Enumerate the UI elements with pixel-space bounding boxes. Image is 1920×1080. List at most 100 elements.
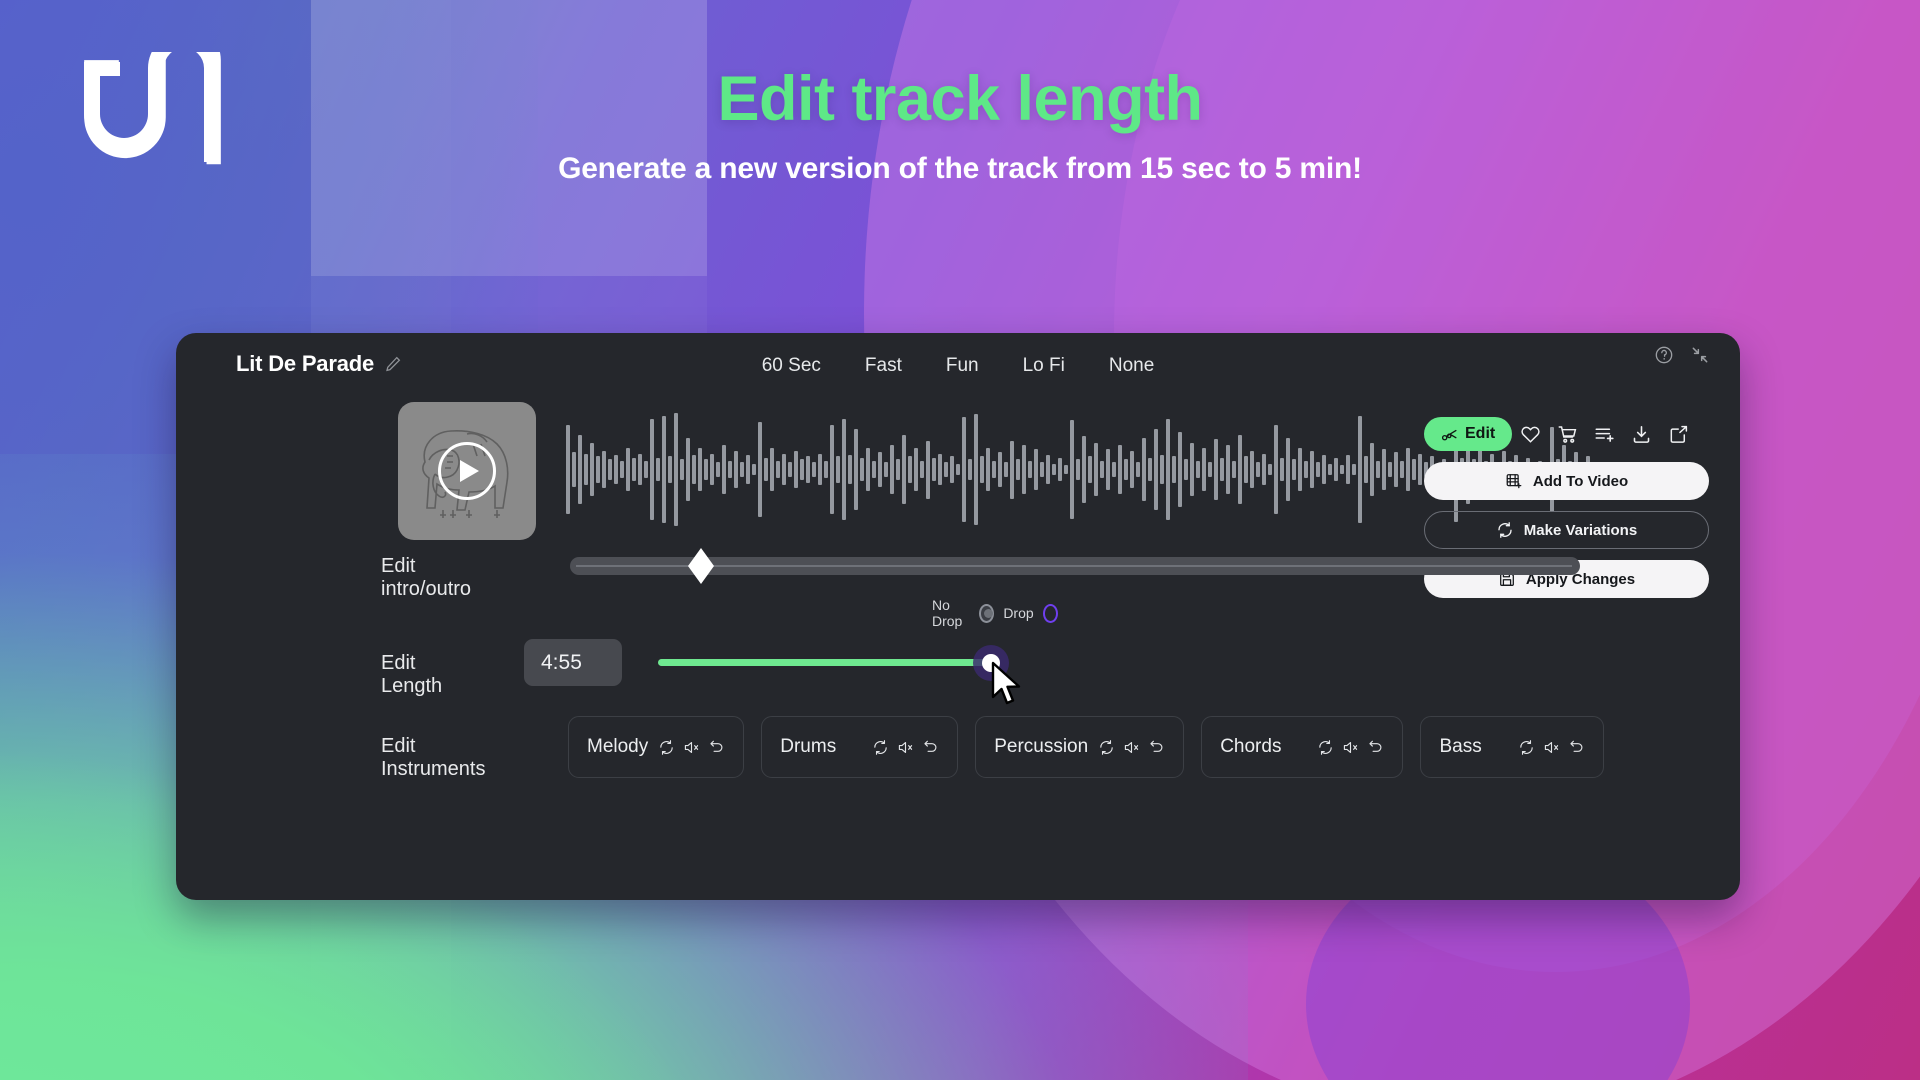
intro-outro-slider-handle[interactable] bbox=[688, 548, 714, 584]
waveform-bar bbox=[1316, 462, 1320, 477]
waveform-bar bbox=[1262, 453, 1266, 486]
waveform-bar bbox=[686, 437, 690, 502]
make-variations-button[interactable]: Make Variations bbox=[1424, 511, 1709, 549]
share-icon bbox=[1670, 425, 1688, 443]
mute-icon[interactable] bbox=[683, 739, 700, 756]
favorite-button[interactable] bbox=[1512, 417, 1549, 451]
waveform-bar bbox=[872, 460, 876, 479]
waveform-bar bbox=[1352, 463, 1356, 476]
intro-outro-slider[interactable] bbox=[570, 548, 1580, 584]
instrument-chip-percussion[interactable]: Percussion bbox=[975, 716, 1185, 778]
undo-icon[interactable] bbox=[708, 739, 725, 756]
waveform-row: Edit Add To Video Make Variations Apply … bbox=[176, 397, 1740, 598]
tag-duration[interactable]: 60 Sec bbox=[762, 355, 821, 377]
mouse-cursor bbox=[991, 661, 1021, 705]
edit-length-value[interactable]: 4:55 bbox=[524, 639, 622, 686]
waveform-bar bbox=[1304, 460, 1308, 479]
undo-icon[interactable] bbox=[1568, 739, 1585, 756]
regenerate-icon[interactable] bbox=[872, 739, 889, 756]
play-button[interactable] bbox=[438, 442, 496, 500]
waveform-bar bbox=[1244, 456, 1248, 483]
undo-icon[interactable] bbox=[1148, 739, 1165, 756]
waveform-bar bbox=[1418, 453, 1422, 486]
tag-theme[interactable]: None bbox=[1109, 355, 1154, 377]
waveform-bar bbox=[860, 457, 864, 482]
waveform-bar bbox=[1214, 439, 1218, 500]
waveform-bar bbox=[704, 459, 708, 480]
instrument-name: Drums bbox=[780, 736, 837, 757]
track-artwork[interactable] bbox=[398, 402, 536, 540]
waveform-bar bbox=[656, 457, 660, 482]
waveform-bar bbox=[680, 459, 684, 480]
waveform-bar bbox=[1232, 460, 1236, 479]
waveform-bar bbox=[944, 462, 948, 477]
undo-icon[interactable] bbox=[1367, 739, 1384, 756]
waveform-bar bbox=[968, 459, 972, 480]
mute-icon[interactable] bbox=[1342, 739, 1359, 756]
waveform-bar bbox=[710, 453, 714, 486]
waveform-bar bbox=[1136, 462, 1140, 477]
waveform-bar bbox=[1058, 457, 1062, 482]
waveform-bar bbox=[1358, 415, 1362, 524]
cart-button[interactable] bbox=[1549, 417, 1586, 451]
regenerate-icon[interactable] bbox=[658, 739, 675, 756]
waveform-bar bbox=[926, 440, 930, 499]
waveform-bar bbox=[1112, 462, 1116, 477]
add-to-video-button[interactable]: Add To Video bbox=[1424, 462, 1709, 500]
tag-mood[interactable]: Fun bbox=[946, 355, 979, 377]
waveform-bar bbox=[1274, 424, 1278, 515]
waveform-bar bbox=[1028, 460, 1032, 479]
regenerate-icon[interactable] bbox=[1518, 739, 1535, 756]
waveform-bar bbox=[1016, 459, 1020, 480]
undo-icon[interactable] bbox=[922, 739, 939, 756]
instrument-icon-group bbox=[1317, 739, 1384, 756]
waveform-bar bbox=[1118, 444, 1122, 495]
help-icon[interactable] bbox=[1654, 345, 1674, 365]
waveform-bar bbox=[1406, 447, 1410, 492]
instrument-chip-drums[interactable]: Drums bbox=[761, 716, 959, 778]
header-text-block: Edit track length Generate a new version… bbox=[0, 66, 1920, 186]
regenerate-icon[interactable] bbox=[1098, 739, 1115, 756]
waveform-bar bbox=[1070, 420, 1074, 519]
mute-icon[interactable] bbox=[1543, 739, 1560, 756]
waveform-bar bbox=[566, 424, 570, 515]
waveform-bar bbox=[1082, 436, 1086, 503]
waveform-bar bbox=[998, 452, 1002, 487]
tag-genre[interactable]: Lo Fi bbox=[1023, 355, 1065, 377]
track-editor-card: Lit De Parade 60 Sec Fast Fun Lo Fi None bbox=[176, 333, 1740, 900]
waveform-bar bbox=[1334, 457, 1338, 482]
download-button[interactable] bbox=[1623, 417, 1660, 451]
waveform-bar bbox=[1088, 456, 1092, 483]
share-button[interactable] bbox=[1660, 417, 1697, 451]
waveform-bar bbox=[632, 457, 636, 482]
mute-icon[interactable] bbox=[897, 739, 914, 756]
waveform-bar bbox=[1106, 449, 1110, 490]
mute-icon[interactable] bbox=[1123, 739, 1140, 756]
page-headline: Edit track length bbox=[717, 64, 1203, 134]
refresh-icon bbox=[1498, 522, 1512, 538]
waveform-bar bbox=[698, 447, 702, 492]
waveform-bar bbox=[962, 417, 966, 522]
collapse-icon[interactable] bbox=[1690, 345, 1710, 365]
drop-radio[interactable] bbox=[1042, 603, 1058, 623]
edit-length-slider[interactable] bbox=[658, 659, 990, 666]
instrument-chip-melody[interactable]: Melody bbox=[568, 716, 745, 778]
waveform-bar bbox=[1322, 455, 1326, 484]
waveform-bar bbox=[620, 460, 624, 479]
waveform-bar bbox=[578, 434, 582, 505]
drop-label: Drop bbox=[1003, 605, 1034, 621]
playlist-add-button[interactable] bbox=[1586, 417, 1623, 451]
waveform-bar bbox=[644, 460, 648, 479]
waveform-bar bbox=[1220, 457, 1224, 482]
instrument-chip-chords[interactable]: Chords bbox=[1201, 716, 1404, 778]
download-icon bbox=[1633, 425, 1650, 443]
waveform-bar bbox=[884, 462, 888, 477]
tag-tempo[interactable]: Fast bbox=[865, 355, 902, 377]
waveform-bar bbox=[866, 447, 870, 492]
edit-button[interactable]: Edit bbox=[1424, 417, 1513, 451]
waveform-bar bbox=[1154, 428, 1158, 511]
regenerate-icon[interactable] bbox=[1317, 739, 1334, 756]
waveform-bar bbox=[992, 460, 996, 479]
instrument-chip-bass[interactable]: Bass bbox=[1420, 716, 1604, 778]
no-drop-radio[interactable] bbox=[979, 603, 995, 623]
